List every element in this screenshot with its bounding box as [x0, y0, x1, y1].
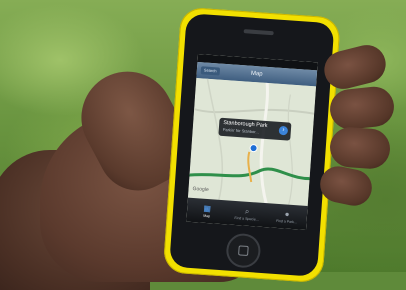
tab-label: Find a Specie...: [234, 215, 259, 222]
search-icon: ⌕: [244, 206, 250, 216]
disclosure-arrow-icon[interactable]: ›: [278, 125, 289, 136]
google-attribution: Google: [192, 185, 209, 194]
tab-find-park[interactable]: ● Find a Park...: [266, 203, 308, 230]
map-icon: ▦: [203, 203, 212, 214]
search-nav-button[interactable]: Search: [200, 66, 220, 76]
home-button[interactable]: [225, 232, 262, 269]
phone-screen: Search Map Stanborough Park Parkin’ for …: [186, 54, 318, 230]
finger: [328, 125, 392, 171]
nav-title: Map: [250, 70, 263, 78]
photo-scene: Search Map Stanborough Park Parkin’ for …: [0, 0, 406, 290]
tab-map[interactable]: ▦ Map: [186, 198, 228, 225]
person-icon: ●: [284, 209, 290, 219]
phone-front: Search Map Stanborough Park Parkin’ for …: [169, 13, 335, 277]
tab-label: Find a Park...: [275, 218, 298, 225]
earpiece-speaker: [243, 29, 274, 36]
tab-find-species[interactable]: ⌕ Find a Specie...: [226, 200, 268, 227]
phone-yellow-case: Search Map Stanborough Park Parkin’ for …: [162, 6, 341, 284]
tab-label: Map: [203, 213, 211, 219]
